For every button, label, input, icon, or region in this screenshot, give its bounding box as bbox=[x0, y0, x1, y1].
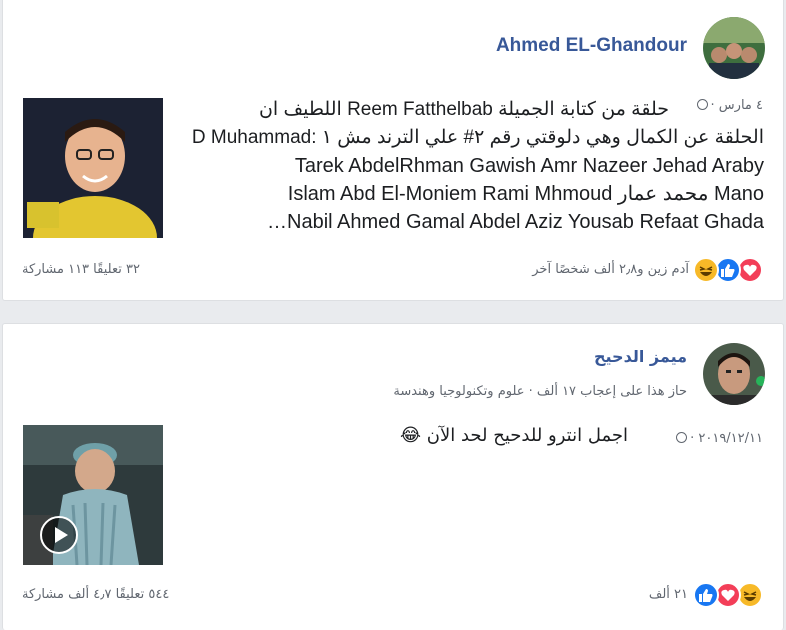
post-text-line: الحلقة عن الكمال وهي دلوقتي رقم ٢# علي ا… bbox=[191, 127, 764, 148]
post-text: حلقة من كتابة الجميلة Reem Fatthelbab ال… bbox=[176, 96, 764, 236]
comments-shares-count[interactable]: ٣٢ تعليقًا ١١٣ مشاركة bbox=[22, 262, 140, 277]
post-text: اجمل انترو للدحيح لحد الآن 😂 bbox=[400, 425, 628, 446]
page-likes-subtitle: حاز هذا على إعجاب ١٧ ألف · علوم وتكنولوج… bbox=[393, 384, 687, 399]
post-card-2: ميمز الدحيح حاز هذا على إعجاب ١٧ ألف · ع… bbox=[2, 323, 784, 630]
globe-icon bbox=[676, 432, 688, 443]
like-reaction-icon[interactable] bbox=[693, 582, 719, 608]
post-text-line: Tarek AbdelRhman Gawish Amr Nazeer Jehad… bbox=[294, 155, 764, 177]
post-date[interactable]: ٢٠١٩/١٢/١١ · bbox=[690, 431, 763, 446]
reactors-summary[interactable]: آدم زين و٢٫٨ ألف شخصًا آخر bbox=[532, 262, 689, 277]
haha-reaction-icon[interactable] bbox=[693, 257, 719, 283]
author-avatar[interactable] bbox=[703, 17, 765, 79]
video-thumbnail[interactable] bbox=[23, 425, 163, 565]
play-icon[interactable] bbox=[40, 516, 78, 554]
post-author-name[interactable]: ميمز الدحيح bbox=[594, 347, 687, 366]
post-meta: ٢٠١٩/١٢/١١ · bbox=[673, 431, 763, 446]
comments-shares-count[interactable]: ٥٤٤ تعليقًا ٤٫٧ ألف مشاركة bbox=[22, 587, 169, 602]
post-text-line: اجمل انترو للدحيح لحد الآن bbox=[426, 425, 628, 446]
post-text-line: حلقة من كتابة الجميلة Reem Fatthelbab ال… bbox=[258, 99, 669, 120]
laughing-emoji-icon: 😂 bbox=[399, 425, 422, 446]
post-text-line: Mano محمد عمار Islam Abd El-Moniem Rami … bbox=[287, 183, 764, 205]
post-author-name[interactable]: Ahmed EL-Ghandour bbox=[496, 35, 687, 57]
post-link-thumbnail[interactable] bbox=[23, 98, 163, 238]
author-avatar[interactable] bbox=[703, 343, 765, 405]
post-text-line: Nabil Ahmed Gamal Abdel Aziz Yousab Refa… bbox=[267, 211, 764, 233]
post-card-1: Ahmed EL-Ghandour ٤ مارس · حلقة من كتابة… bbox=[2, 0, 784, 301]
reactions-count[interactable]: ٢١ ألف bbox=[649, 587, 688, 602]
